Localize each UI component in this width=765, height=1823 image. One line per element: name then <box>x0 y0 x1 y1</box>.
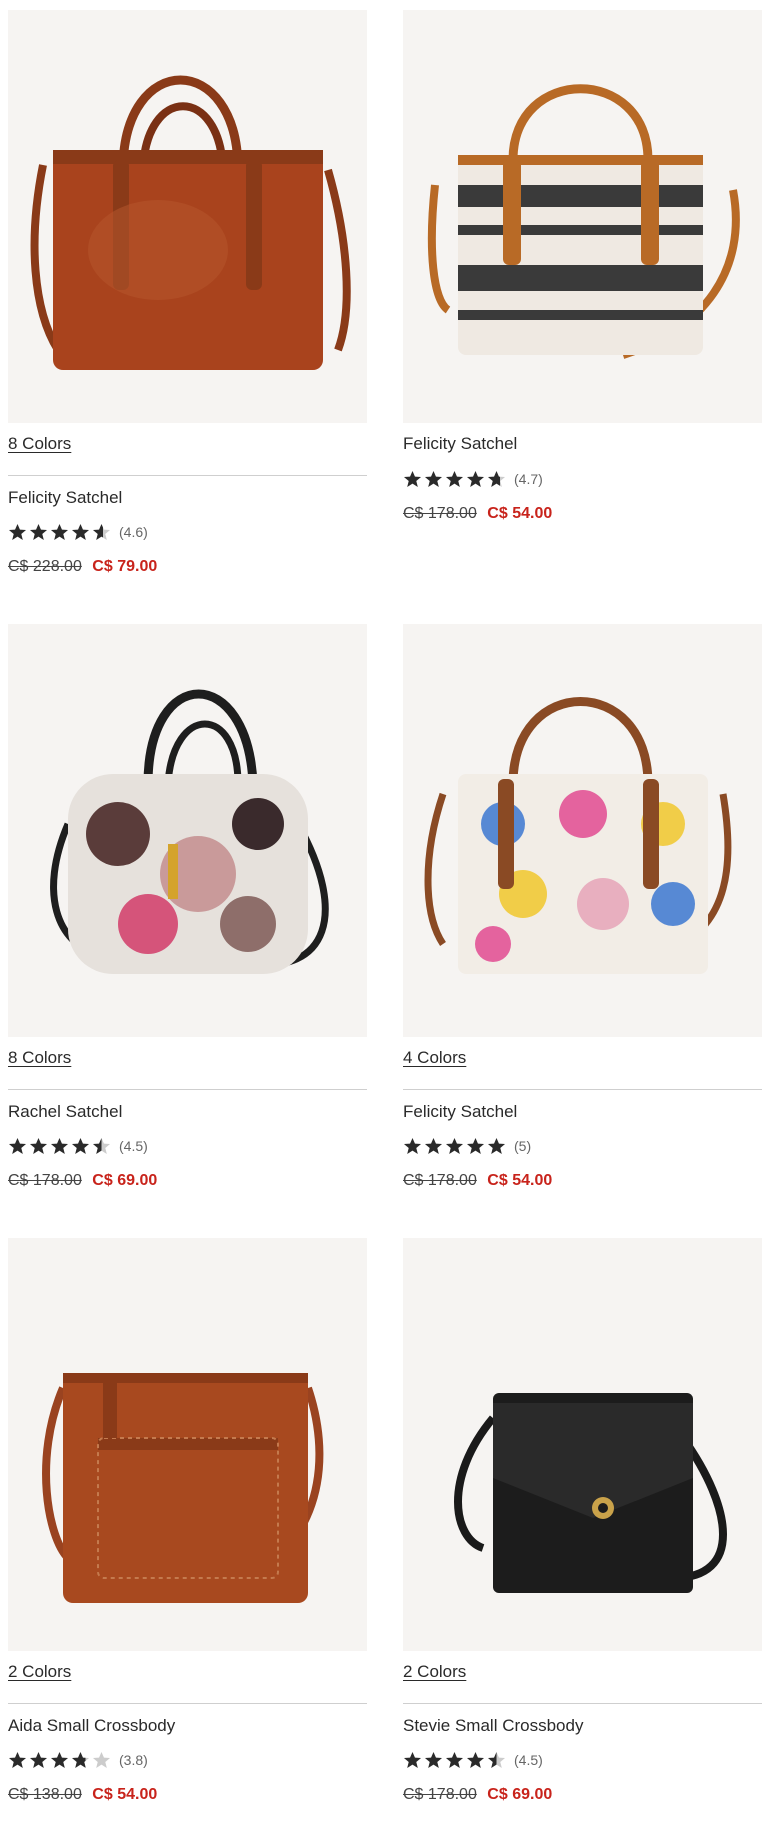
sale-price: C$ 54.00 <box>487 1172 553 1189</box>
rating-count: (3.8) <box>119 1752 148 1768</box>
original-price: C$ 228.00 <box>8 558 82 575</box>
price: C$ 178.00 C$ 54.00 <box>403 504 762 524</box>
rating: (3.8) <box>8 1750 367 1770</box>
original-price: C$ 178.00 <box>403 1786 477 1803</box>
product-name[interactable]: Rachel Satchel <box>8 1102 367 1122</box>
price: C$ 178.00 C$ 69.00 <box>403 1785 762 1805</box>
star-icon <box>71 1137 90 1155</box>
star-icon <box>50 523 69 541</box>
original-price: C$ 178.00 <box>8 1172 82 1189</box>
product-grid: 8 Colors Felicity Satchel (4.6) C$ 228.0… <box>0 0 765 1823</box>
star-icon <box>487 1137 506 1155</box>
colors-link[interactable]: 2 Colors <box>8 1651 367 1703</box>
star-icon <box>403 1137 422 1155</box>
bag-image-black-crossbody <box>454 1393 727 1593</box>
star-icon <box>71 1751 90 1769</box>
rating-count: (5) <box>514 1138 532 1154</box>
product-card[interactable]: 4 Colors Felicity Satchel (5) C$ 178.00 … <box>403 624 762 1191</box>
original-price: C$ 178.00 <box>403 1172 477 1189</box>
star-rating <box>403 1137 508 1155</box>
product-card[interactable]: 2 Colors Aida Small Crossbody (3.8) C$ 1… <box>8 1238 367 1805</box>
colors-link[interactable]: 4 Colors <box>403 1037 762 1089</box>
star-icon <box>487 470 506 488</box>
product-image[interactable] <box>8 10 367 423</box>
product-name[interactable]: Felicity Satchel <box>403 1102 762 1122</box>
price: C$ 228.00 C$ 79.00 <box>8 557 367 577</box>
sale-price: C$ 79.00 <box>92 558 158 575</box>
rating: (4.6) <box>8 522 367 542</box>
product-image[interactable] <box>403 1238 762 1651</box>
star-icon <box>8 523 27 541</box>
star-rating <box>8 1751 113 1769</box>
star-icon <box>403 1751 422 1769</box>
bag-image-floral-barrel-satchel <box>50 689 329 974</box>
product-name[interactable]: Stevie Small Crossbody <box>403 1716 762 1736</box>
product-image[interactable] <box>403 624 762 1037</box>
star-icon <box>29 1751 48 1769</box>
star-icon <box>92 1751 111 1769</box>
colors-link[interactable]: 2 Colors <box>403 1651 762 1703</box>
colors-link[interactable]: 8 Colors <box>8 423 367 475</box>
product-name[interactable]: Aida Small Crossbody <box>8 1716 367 1736</box>
product-card[interactable]: 2 Colors Stevie Small Crossbody (4.5) C$… <box>403 1238 762 1805</box>
colors-link[interactable]: 8 Colors <box>8 1037 367 1089</box>
star-icon <box>50 1751 69 1769</box>
star-icon <box>29 1137 48 1155</box>
rating: (5) <box>403 1136 762 1156</box>
star-icon <box>403 470 422 488</box>
product-image[interactable] <box>8 624 367 1037</box>
star-rating <box>403 470 508 488</box>
star-rating <box>8 1137 113 1155</box>
star-icon <box>424 1751 443 1769</box>
product-card[interactable]: 8 Colors Rachel Satchel (4.5) C$ 178.00 … <box>8 624 367 1191</box>
original-price: C$ 138.00 <box>8 1786 82 1803</box>
star-icon <box>50 1137 69 1155</box>
bag-image-floral-print-satchel <box>424 697 732 974</box>
bag-image-striped-satchel <box>427 84 740 359</box>
star-icon <box>29 523 48 541</box>
bag-image-brown-crossbody <box>42 1373 324 1603</box>
star-icon <box>445 1137 464 1155</box>
sale-price: C$ 54.00 <box>92 1786 158 1803</box>
original-price: C$ 178.00 <box>403 505 477 522</box>
price: C$ 178.00 C$ 69.00 <box>8 1171 367 1191</box>
star-icon <box>445 1751 464 1769</box>
product-image[interactable] <box>403 10 762 423</box>
star-icon <box>8 1751 27 1769</box>
rating: (4.7) <box>403 469 762 489</box>
product-image[interactable] <box>8 1238 367 1651</box>
sale-price: C$ 54.00 <box>487 505 553 522</box>
star-icon <box>92 523 111 541</box>
sale-price: C$ 69.00 <box>487 1786 553 1803</box>
product-card[interactable]: 8 Colors Felicity Satchel (4.6) C$ 228.0… <box>8 10 367 577</box>
star-icon <box>424 1137 443 1155</box>
star-icon <box>92 1137 111 1155</box>
product-name[interactable]: Felicity Satchel <box>8 488 367 508</box>
star-icon <box>466 470 485 488</box>
star-icon <box>424 470 443 488</box>
price: C$ 138.00 C$ 54.00 <box>8 1785 367 1805</box>
star-icon <box>8 1137 27 1155</box>
rating-count: (4.5) <box>514 1752 543 1768</box>
star-icon <box>445 470 464 488</box>
rating-count: (4.6) <box>119 524 148 540</box>
star-rating <box>8 523 113 541</box>
star-icon <box>71 523 90 541</box>
product-name[interactable]: Felicity Satchel <box>403 434 762 454</box>
price: C$ 178.00 C$ 54.00 <box>403 1171 762 1191</box>
rating: (4.5) <box>403 1750 762 1770</box>
rating-count: (4.5) <box>119 1138 148 1154</box>
star-icon <box>487 1751 506 1769</box>
product-card[interactable]: Felicity Satchel (4.7) C$ 178.00 C$ 54.0… <box>403 10 762 524</box>
rating: (4.5) <box>8 1136 367 1156</box>
star-icon <box>466 1137 485 1155</box>
rating-count: (4.7) <box>514 471 543 487</box>
sale-price: C$ 69.00 <box>92 1172 158 1189</box>
star-rating <box>403 1751 508 1769</box>
bag-image-brown-satchel <box>30 75 351 370</box>
star-icon <box>466 1751 485 1769</box>
